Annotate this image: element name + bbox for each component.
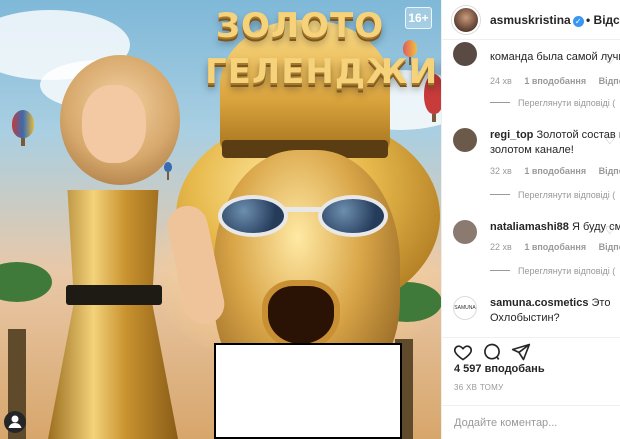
comment-meta: 24 хв 1 вподобання Відпові: [490, 76, 620, 86]
add-comment-bar[interactable]: Додайте коментар...: [442, 405, 620, 439]
comment-meta: 22 хв 1 вподобання Відпові: [490, 242, 620, 252]
comment-username[interactable]: regi_top: [490, 129, 533, 141]
post-image[interactable]: ЗОЛОТО ГЕЛЕНДЖИКА 16+: [0, 0, 441, 439]
replies-divider: [490, 194, 510, 195]
comment-text-line2: золотом канале!: [490, 144, 574, 156]
comment-heart-icon[interactable]: ♡: [605, 224, 615, 237]
view-replies-button[interactable]: Переглянути відповіді (: [490, 266, 615, 276]
replies-divider: [490, 270, 510, 271]
comment-icon[interactable]: [482, 342, 502, 362]
comment-likes[interactable]: 1 вподобання: [524, 242, 586, 252]
gold-dress: [48, 190, 178, 439]
comment-meta: 32 хв 1 вподобання Відпові: [490, 166, 620, 176]
comment-time: 22 хв: [490, 242, 512, 252]
title-line-2: ГЕЛЕНДЖИКА: [205, 52, 441, 92]
reply-button[interactable]: Відпові: [599, 76, 620, 86]
avatar[interactable]: [452, 6, 480, 34]
reply-button[interactable]: Відпові: [599, 166, 620, 176]
comment-likes[interactable]: 1 вподобання: [524, 166, 586, 176]
comment-text: команда была самой лучше: [490, 51, 620, 63]
redaction-box: [214, 343, 402, 439]
comments-list[interactable]: команда была самой лучше 24 хв 1 вподоба…: [442, 40, 620, 330]
woman-face: [82, 85, 146, 163]
post-username[interactable]: asmuskristina ✓: [490, 13, 584, 27]
lens-left: [218, 195, 288, 237]
view-replies-label[interactable]: Переглянути відповіді (: [518, 98, 615, 108]
follow-button[interactable]: • Відстежу: [586, 13, 620, 27]
comment-likes[interactable]: 1 вподобання: [524, 76, 586, 86]
title-line-1: ЗОЛОТО: [215, 6, 385, 46]
comment-text: regi_top Золотой состав на: [490, 128, 620, 143]
comment-avatar[interactable]: [453, 128, 477, 152]
balloon: [12, 110, 34, 146]
comment-avatar[interactable]: [453, 220, 477, 244]
belt: [66, 285, 162, 305]
view-replies-label[interactable]: Переглянути відповіді (: [518, 266, 615, 276]
post-actions: [442, 337, 620, 363]
comment-input[interactable]: Додайте коментар...: [454, 417, 557, 429]
comment-text: samuna.cosmetics Это: [490, 296, 620, 311]
post-header: asmuskristina✓ • Відстежу: [442, 0, 620, 40]
comment-heart-icon[interactable]: ♡: [605, 54, 615, 67]
post-sidebar: asmuskristina✓ • Відстежу команда была с…: [441, 0, 620, 439]
verified-badge-icon: ✓: [572, 16, 584, 27]
replies-divider: [490, 102, 510, 103]
glasses-bridge: [284, 207, 322, 212]
comment-time: 24 хв: [490, 76, 512, 86]
comment-avatar[interactable]: SAMUNA: [453, 296, 477, 320]
show-title: ЗОЛОТО ГЕЛЕНДЖИКА: [205, 6, 441, 92]
comment-text: nataliamashi88 Я буду смот: [490, 220, 620, 235]
comment-username[interactable]: samuna.cosmetics: [490, 297, 588, 309]
username-text[interactable]: asmuskristina: [490, 13, 571, 27]
likes-count[interactable]: 4 597 вподобань: [454, 363, 545, 375]
open-mouth: [262, 280, 340, 350]
user-tag-icon[interactable]: [4, 411, 26, 433]
comment-avatar[interactable]: [453, 42, 477, 66]
reply-button[interactable]: Відпові: [599, 242, 620, 252]
post-time: 36 ХВ ТОМУ: [454, 383, 504, 392]
heart-icon[interactable]: [453, 342, 473, 362]
comment-time: 32 хв: [490, 166, 512, 176]
instagram-post: ЗОЛОТО ГЕЛЕНДЖИКА 16+ asmuskristina✓ • В…: [0, 0, 620, 439]
view-replies-button[interactable]: Переглянути відповіді (: [490, 190, 615, 200]
view-replies-button[interactable]: Переглянути відповіді (: [490, 98, 615, 108]
comment-body: Это: [591, 297, 611, 309]
view-replies-label[interactable]: Переглянути відповіді (: [518, 190, 615, 200]
balloon: [164, 162, 172, 180]
palm-leaves: [0, 262, 52, 302]
comment-text-line2: Охлобыстин?: [490, 312, 560, 324]
age-rating-badge: 16+: [405, 7, 432, 29]
comment-username[interactable]: nataliamashi88: [490, 221, 569, 233]
sunglasses: [218, 195, 398, 239]
share-icon[interactable]: [511, 342, 531, 362]
lens-right: [318, 195, 388, 237]
comment-heart-icon[interactable]: ♡: [605, 134, 615, 147]
